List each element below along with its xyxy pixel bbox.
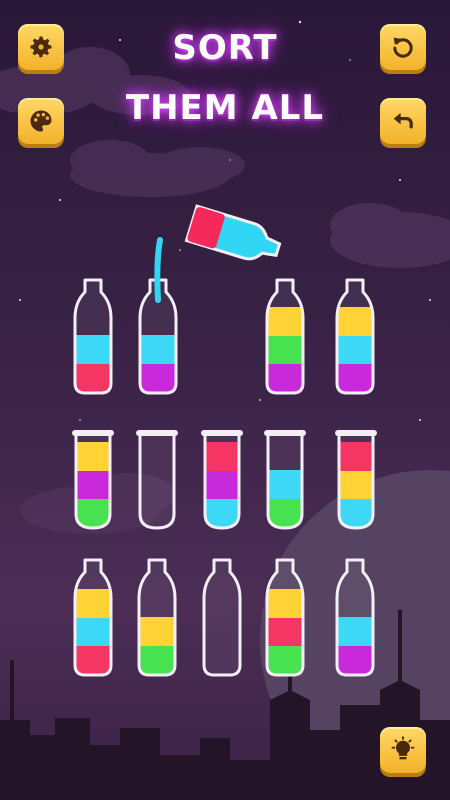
bottle-11[interactable]	[137, 558, 177, 677]
lightbulb-icon	[391, 736, 415, 760]
bottle-10[interactable]	[73, 558, 113, 677]
test-tube-6[interactable]	[136, 430, 178, 530]
bottle-1[interactable]	[73, 278, 113, 395]
tube-rim	[335, 430, 377, 436]
bottle-13[interactable]	[265, 558, 305, 677]
palette-icon	[30, 110, 52, 132]
bottle-3[interactable]	[265, 278, 305, 395]
glass-outline	[265, 558, 305, 677]
glass-outline	[137, 558, 177, 677]
glass-outline	[337, 434, 375, 530]
gear-icon	[30, 36, 52, 58]
restart-button[interactable]	[380, 24, 426, 70]
tube-rim	[136, 430, 178, 436]
hint-button[interactable]	[380, 727, 426, 773]
pour-stream	[154, 237, 163, 303]
palette-button[interactable]	[18, 98, 64, 144]
pouring-bottle	[184, 204, 282, 261]
bottle-14[interactable]	[335, 558, 375, 677]
settings-button[interactable]	[18, 24, 64, 70]
glass-outline	[74, 434, 112, 530]
glass-outline	[203, 434, 241, 530]
test-tube-5[interactable]	[72, 430, 114, 530]
glass-outline	[335, 278, 375, 395]
cloud-right	[330, 203, 450, 268]
title-line-1: SORT	[172, 28, 278, 68]
test-tube-9[interactable]	[335, 430, 377, 530]
tube-rim	[72, 430, 114, 436]
tube-rim	[264, 430, 306, 436]
bottle-12[interactable]	[202, 558, 242, 677]
glass-outline	[73, 278, 113, 395]
glass-outline	[138, 434, 176, 530]
bottle-4[interactable]	[335, 278, 375, 395]
test-tube-7[interactable]	[201, 430, 243, 530]
title-line-2: THEM ALL	[125, 88, 325, 128]
glass-outline	[202, 558, 242, 677]
test-tube-8[interactable]	[264, 430, 306, 530]
tube-rim	[201, 430, 243, 436]
glass-outline	[266, 434, 304, 530]
glass-outline	[265, 278, 305, 395]
restart-icon	[393, 37, 413, 58]
glass-outline	[335, 558, 375, 677]
undo-icon	[393, 112, 413, 129]
cloud-top	[70, 140, 245, 197]
undo-button[interactable]	[380, 98, 426, 144]
glass-outline	[73, 558, 113, 677]
pouring-layer	[154, 204, 282, 303]
